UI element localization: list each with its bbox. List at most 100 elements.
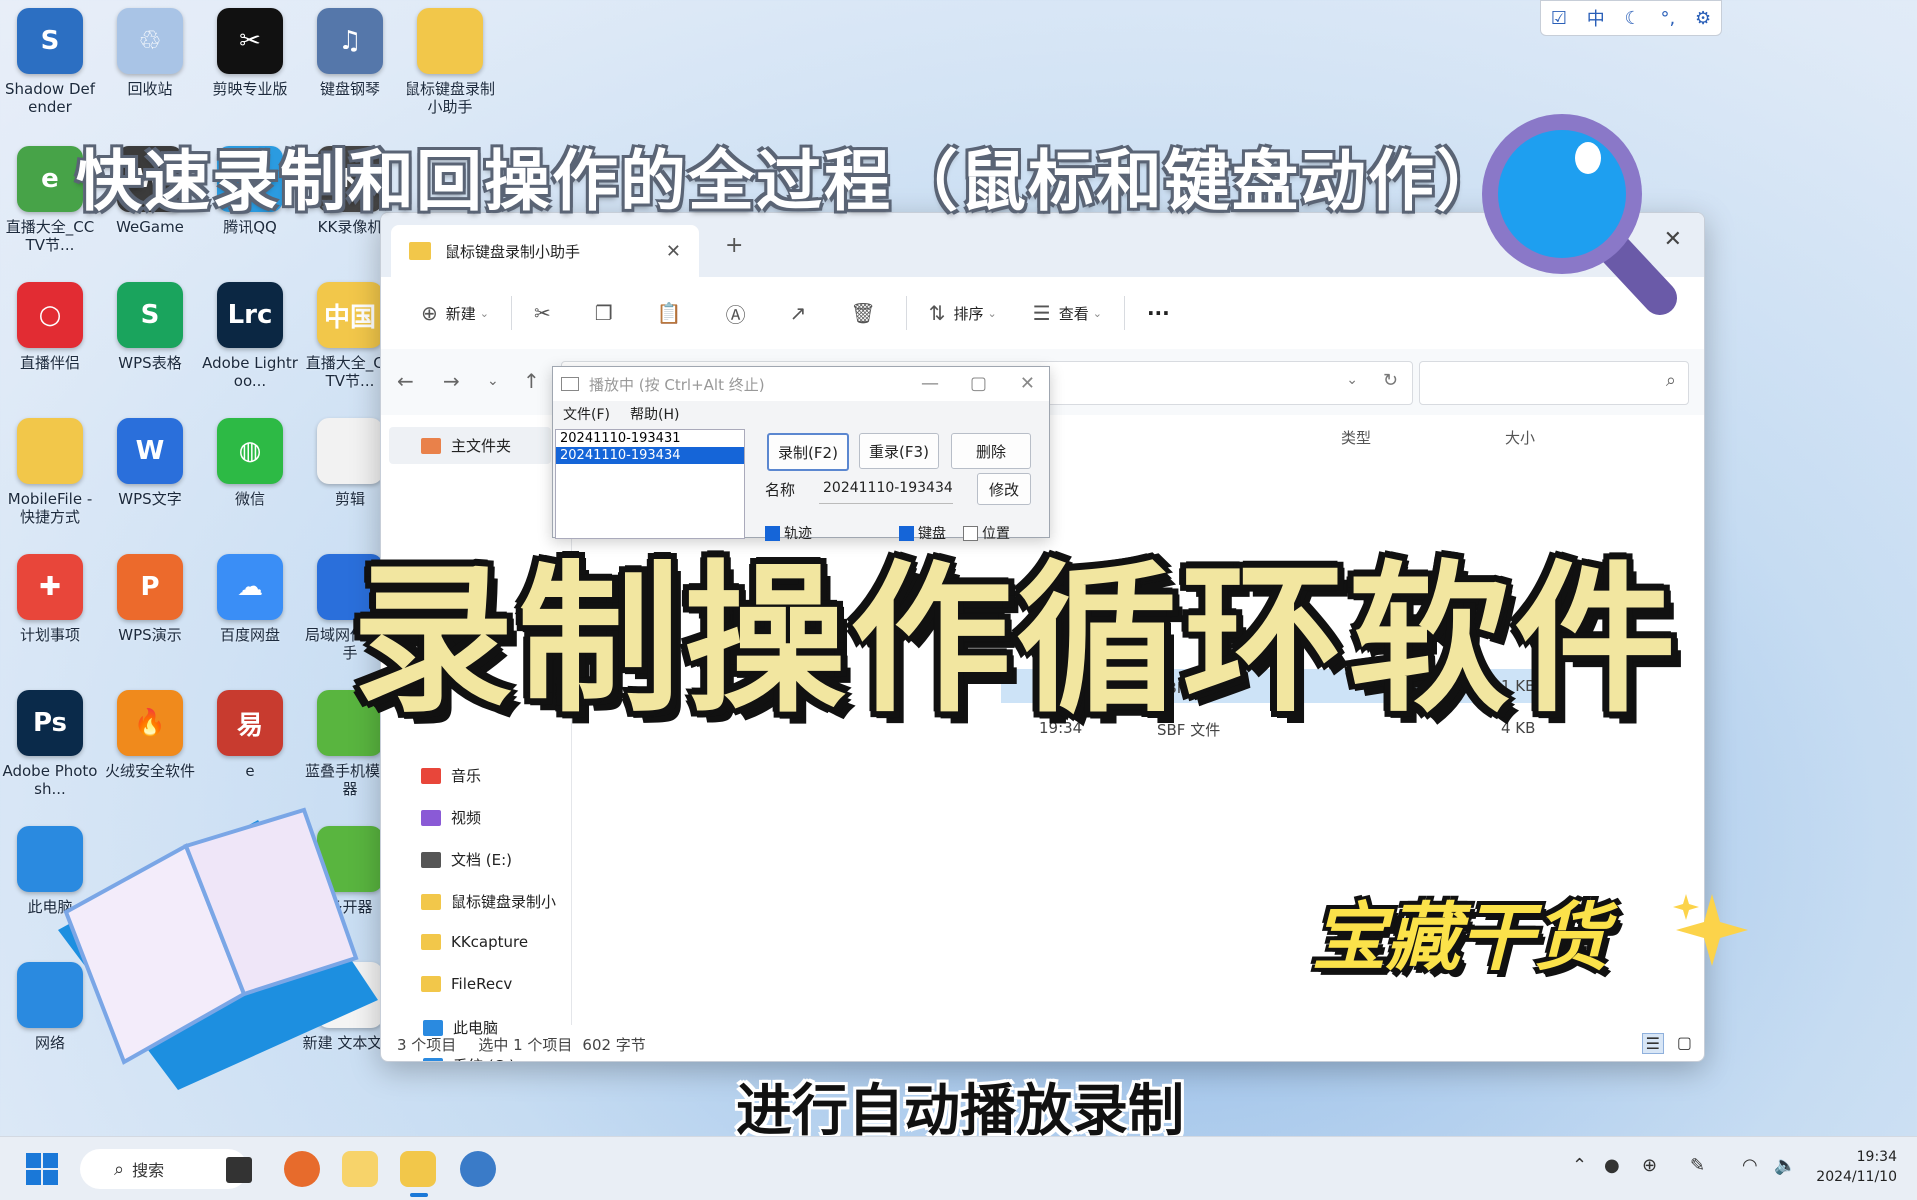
sidebar-item[interactable]: KKcapture	[421, 933, 528, 951]
address-dropdown-icon[interactable]: ⌄	[1346, 372, 1358, 388]
menu-file[interactable]: 文件(F)	[563, 404, 610, 424]
desktop-icon[interactable]: ✂ 剪映专业版	[202, 8, 298, 98]
up-icon[interactable]: ↑	[523, 369, 540, 393]
sidebar-item[interactable]: 视频	[421, 807, 481, 828]
rerecord-button[interactable]: 重录(F3)	[859, 433, 939, 469]
refresh-icon[interactable]: ↻	[1383, 370, 1398, 391]
app-icon: Lrc	[217, 282, 283, 348]
history-chevron-icon[interactable]: ⌄	[487, 373, 499, 389]
app-icon: ♲	[117, 8, 183, 74]
sidebar-item[interactable]: 文档 (E:)	[421, 849, 512, 870]
desktop-icon[interactable]: ♲ 回收站	[102, 8, 198, 98]
new-tab-button[interactable]: +	[725, 233, 743, 258]
trash-icon: 🗑	[850, 301, 876, 325]
search-box[interactable]: ⌕	[1419, 361, 1689, 405]
desktop-icon[interactable]: 🔥 火绒安全软件	[102, 690, 198, 780]
cut-button[interactable]: ✂	[516, 293, 577, 333]
copy-button[interactable]: ❐	[577, 293, 639, 333]
ime-tray-icon[interactable]: ⊕	[1642, 1155, 1657, 1176]
wifi-icon[interactable]: ◠	[1742, 1155, 1758, 1176]
sparkle-icon	[1673, 894, 1748, 966]
file-explorer-taskbar-icon[interactable]	[400, 1151, 436, 1187]
folder-icon	[409, 242, 431, 260]
desktop-icon[interactable]: S Shadow Defender	[2, 8, 98, 116]
sidebar-item-label: 鼠标键盘录制小	[451, 893, 557, 911]
ime-button[interactable]: 中	[1587, 5, 1605, 31]
list-item[interactable]: 20241110-193434	[556, 447, 744, 464]
sidebar-item[interactable]: 鼠标键盘录制小	[421, 891, 556, 912]
dialog-close-icon[interactable]: ✕	[1020, 373, 1035, 394]
rename-button[interactable]: Ⓐ	[708, 293, 772, 333]
column-size[interactable]: 大小	[1505, 427, 1535, 448]
desktop-icon[interactable]: ○ 直播伴侣	[2, 282, 98, 372]
sort-button[interactable]: ⇅ 排序 ⌄	[911, 293, 1015, 333]
view-button[interactable]: ☰ 查看 ⌄	[1015, 293, 1120, 333]
name-input[interactable]: 20241110-193434	[819, 473, 953, 504]
recorder-app-icon[interactable]	[460, 1151, 496, 1187]
back-icon[interactable]: ←	[397, 369, 414, 393]
minimize-icon[interactable]: —	[921, 373, 939, 394]
desktop-icon[interactable]: 易e	[202, 690, 298, 780]
desktop-icon[interactable]: ✚ 计划事项	[2, 554, 98, 644]
selected-bytes: 602 字节	[582, 1035, 646, 1054]
desktop-icon[interactable]: ♫ 键盘钢琴	[302, 8, 398, 98]
qq-tray-icon[interactable]: ●	[1604, 1155, 1620, 1176]
treasure-badge: 宝藏干货	[1312, 895, 1608, 981]
app-icon: 易	[217, 690, 283, 756]
game-app-icon[interactable]	[284, 1151, 320, 1187]
sidebar-item-label: 视频	[451, 809, 482, 827]
app-icon: ♫	[317, 8, 383, 74]
tray-overflow-icon[interactable]: ⌃	[1572, 1155, 1587, 1176]
archive-app-icon[interactable]	[342, 1151, 378, 1187]
column-type[interactable]: 类型	[1341, 427, 1371, 448]
desktop-icon[interactable]: W WPS文字	[102, 418, 198, 508]
details-view-icon[interactable]: ☰	[1641, 1033, 1664, 1054]
app-icon: 🔥	[117, 690, 183, 756]
desktop-icon[interactable]: MobileFile - 快捷方式	[2, 418, 98, 526]
clock[interactable]: 19:34 2024/11/10	[1816, 1147, 1897, 1187]
desktop-icon-label: 键盘钢琴	[319, 80, 380, 98]
more-button[interactable]: ···	[1129, 293, 1188, 333]
desktop-icon[interactable]: P WPS演示	[102, 554, 198, 644]
modify-button[interactable]: 修改	[977, 473, 1031, 505]
desktop-icon[interactable]: 鼠标键盘录制小助手	[402, 8, 498, 116]
close-tab-icon[interactable]: ✕	[666, 241, 681, 262]
app-icon	[17, 418, 83, 484]
forward-icon[interactable]: →	[443, 369, 460, 393]
dialog-title: 播放中 (按 Ctrl+Alt 终止)	[589, 375, 765, 394]
tiles-view-icon[interactable]: ▢	[1677, 1033, 1692, 1052]
new-button[interactable]: ⊕ 新建 ⌄	[403, 293, 507, 333]
pen-tray-icon[interactable]: ✎	[1690, 1155, 1705, 1176]
ime-button[interactable]: °,	[1660, 8, 1675, 29]
list-item[interactable]: 20241110-193431	[556, 430, 744, 447]
ime-button[interactable]: ☾	[1625, 8, 1641, 29]
desktop-icon-label: e	[245, 762, 255, 780]
app-icon: ✂	[217, 8, 283, 74]
desktop-icon[interactable]: ◍ 微信	[202, 418, 298, 508]
sidebar-item-icon	[421, 767, 441, 784]
record-button[interactable]: 录制(F2)	[767, 433, 849, 471]
sidebar-item[interactable]: 主文件夹	[389, 427, 552, 464]
ime-button[interactable]: ☑	[1551, 8, 1567, 29]
sidebar-item[interactable]: FileRecv	[421, 975, 512, 993]
rename-icon: Ⓐ	[725, 302, 746, 327]
sidebar-item[interactable]: 音乐	[421, 765, 481, 786]
task-view-icon[interactable]	[226, 1157, 252, 1183]
start-icon[interactable]	[26, 1153, 58, 1185]
desktop-icon[interactable]: Lrc Adobe Lightroo...	[202, 282, 298, 390]
ime-toolbar[interactable]: ☑ 中 ☾ °, ⚙	[1540, 0, 1722, 36]
paste-button[interactable]: 📋	[639, 293, 708, 333]
tab-folder[interactable]: 鼠标键盘录制小助手 ✕	[391, 225, 699, 277]
volume-icon[interactable]: 🔈	[1774, 1155, 1796, 1176]
share-button[interactable]: ↗	[772, 293, 833, 333]
taskbar-search[interactable]: ⌕ 搜索	[80, 1149, 248, 1189]
desktop-icon[interactable]: ☁ 百度网盘	[202, 554, 298, 644]
desktop-icon[interactable]: S WPS表格	[102, 282, 198, 372]
ime-button[interactable]: ⚙	[1695, 8, 1711, 29]
menu-help[interactable]: 帮助(H)	[630, 404, 679, 424]
delete-button[interactable]: 删除	[951, 433, 1031, 469]
sidebar-item-label: 文档 (E:)	[451, 851, 513, 869]
maximize-icon[interactable]: ▢	[970, 373, 987, 394]
app-icon: ◍	[217, 418, 283, 484]
delete-button[interactable]: 🗑	[832, 293, 901, 333]
